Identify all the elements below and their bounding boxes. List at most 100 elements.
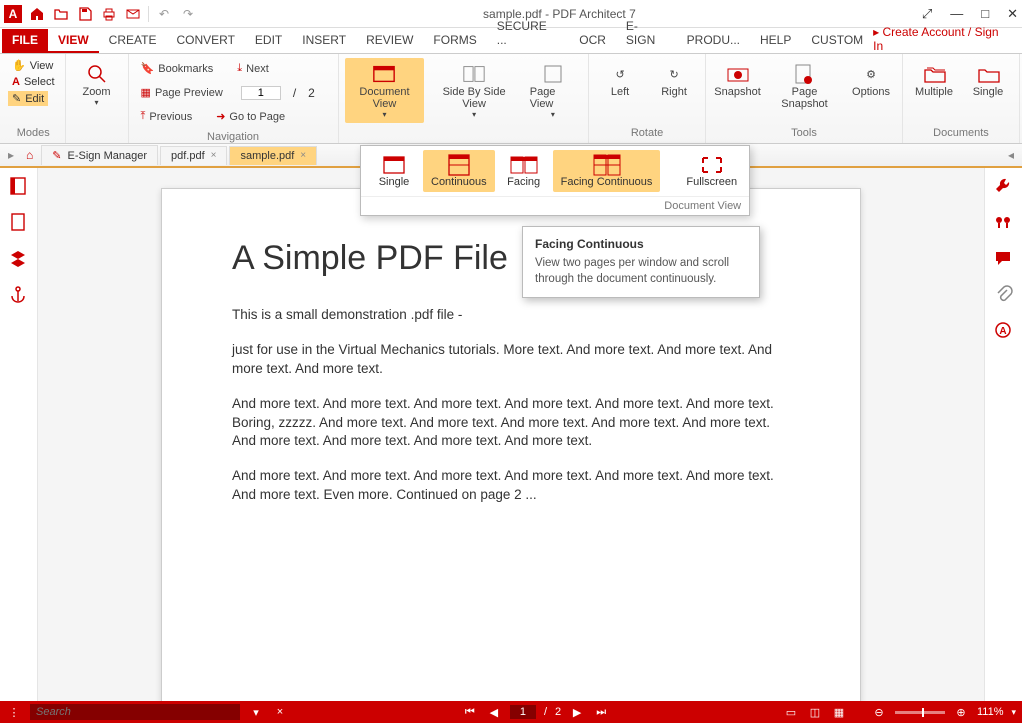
first-page-icon[interactable]: ⏮: [462, 704, 478, 720]
comment-panel-icon[interactable]: [993, 248, 1015, 270]
camera-icon: [726, 62, 750, 86]
right-sidebar: A: [984, 168, 1022, 723]
anchor-panel-icon[interactable]: [8, 284, 30, 306]
tab-view[interactable]: VIEW: [48, 29, 99, 53]
doctab-sample[interactable]: sample.pdf×: [229, 146, 317, 165]
tab-secure[interactable]: SECURE ...: [487, 15, 569, 53]
side-by-side-button[interactable]: Side By Side View ▾: [428, 58, 519, 123]
layers-panel-icon[interactable]: [8, 248, 30, 270]
view-facing-button[interactable]: Facing: [495, 150, 553, 192]
close-tab-icon[interactable]: ×: [300, 150, 306, 161]
app-logo-icon[interactable]: A: [4, 5, 22, 23]
prev-page-icon[interactable]: ◀: [486, 704, 502, 720]
tab-help[interactable]: HELP: [750, 29, 801, 53]
attachment-panel-icon[interactable]: [993, 284, 1015, 306]
view-mode-3-icon[interactable]: ▦: [831, 704, 847, 720]
document-view-icon: [372, 62, 396, 86]
rotate-left-button[interactable]: ↺Left: [595, 58, 645, 102]
search-input[interactable]: [30, 704, 240, 720]
page-preview-button[interactable]: ▦Page Preview: [135, 82, 229, 103]
undo-icon[interactable]: ↶: [155, 5, 173, 23]
mode-view[interactable]: ✋View: [8, 58, 57, 73]
hand-icon: ✋: [12, 59, 26, 72]
view-mode-2-icon[interactable]: ◫: [807, 704, 823, 720]
zoom-out-icon[interactable]: ⊖: [871, 704, 887, 720]
search-close-icon[interactable]: ×: [272, 704, 288, 720]
tab-convert[interactable]: CONVERT: [166, 29, 244, 53]
minimize-button[interactable]: —: [950, 6, 963, 22]
left-sidebar: [0, 168, 38, 723]
page-snapshot-button[interactable]: Page Snapshot: [767, 58, 842, 114]
previous-button[interactable]: ⤒Previous: [135, 106, 199, 127]
mode-select[interactable]: ASelect: [8, 75, 59, 89]
thumbnails-panel-icon[interactable]: [8, 212, 30, 234]
home-small-icon[interactable]: ⌂: [20, 148, 39, 162]
open-icon[interactable]: [52, 5, 70, 23]
page-number-input[interactable]: [241, 86, 281, 100]
tooltip-title: Facing Continuous: [535, 237, 747, 251]
next-page-icon[interactable]: ▶: [569, 704, 585, 720]
tab-edit[interactable]: EDIT: [245, 29, 292, 53]
zoom-in-icon[interactable]: ⊕: [953, 704, 969, 720]
close-tab-icon[interactable]: ×: [211, 150, 217, 161]
maximize-button[interactable]: □: [981, 6, 989, 22]
page-view-button[interactable]: Page View ▾: [524, 58, 582, 123]
status-page-total: 2: [555, 706, 561, 718]
tab-esign[interactable]: E-SIGN: [616, 15, 677, 53]
tab-file[interactable]: FILE: [2, 29, 48, 53]
print-icon[interactable]: [100, 5, 118, 23]
ribbon-toggle-icon[interactable]: ⤢: [922, 6, 932, 22]
account-link[interactable]: ▸ Create Account / Sign In: [873, 25, 1020, 53]
tab-review[interactable]: REVIEW: [356, 29, 423, 53]
home-icon[interactable]: [28, 5, 46, 23]
rotate-right-button[interactable]: ↻Right: [649, 58, 699, 102]
last-page-icon[interactable]: ⏭: [593, 704, 609, 720]
search-dropdown-icon[interactable]: ▾: [248, 704, 264, 720]
status-menu-icon[interactable]: ⋮: [6, 704, 22, 720]
goto-page-button[interactable]: ➜Go to Page: [210, 106, 291, 127]
doctab-pdf[interactable]: pdf.pdf×: [160, 146, 227, 165]
expand-left-icon[interactable]: ▸: [4, 148, 18, 162]
multiple-docs-button[interactable]: Multiple: [909, 58, 959, 102]
search-panel-icon[interactable]: [993, 212, 1015, 234]
stamps-panel-icon[interactable]: A: [993, 320, 1015, 342]
view-continuous-button[interactable]: Continuous: [423, 150, 495, 192]
status-page-current[interactable]: 1: [510, 705, 536, 719]
svg-text:A: A: [999, 326, 1006, 337]
view-mode-1-icon[interactable]: ▭: [783, 704, 799, 720]
single-doc-button[interactable]: Single: [963, 58, 1013, 102]
tab-create[interactable]: CREATE: [99, 29, 167, 53]
document-canvas[interactable]: A Simple PDF File This is a small demons…: [38, 168, 984, 723]
close-button[interactable]: ✕: [1007, 6, 1018, 22]
tools-panel-icon[interactable]: [993, 176, 1015, 198]
snapshot-button[interactable]: Snapshot: [712, 58, 763, 102]
document-view-button[interactable]: Document View ▾: [345, 58, 425, 123]
zoom-level[interactable]: 111%: [977, 706, 1004, 718]
folder-multi-icon: [922, 62, 946, 86]
view-single-button[interactable]: Single: [365, 150, 423, 192]
folder-icon: [976, 62, 1000, 86]
save-icon[interactable]: [76, 5, 94, 23]
bookmark-icon: 🔖: [141, 62, 155, 75]
mode-edit[interactable]: ✎Edit: [8, 91, 48, 106]
tab-forms[interactable]: FORMS: [423, 29, 486, 53]
view-fullscreen-button[interactable]: Fullscreen: [678, 150, 745, 192]
options-button[interactable]: ⚙Options: [846, 58, 896, 102]
view-facing-continuous-button[interactable]: Facing Continuous: [553, 150, 661, 192]
chevron-down-icon[interactable]: ▾: [1011, 707, 1016, 718]
next-icon: ⤓: [237, 62, 242, 75]
next-button[interactable]: ⤓Next: [231, 58, 275, 79]
doctab-esign[interactable]: ✎E-Sign Manager: [41, 145, 158, 165]
group-tools: Tools: [710, 125, 898, 141]
expand-right-icon[interactable]: ◂: [1004, 148, 1018, 162]
tab-insert[interactable]: INSERT: [292, 29, 356, 53]
tab-custom[interactable]: CUSTOM: [801, 29, 873, 53]
zoom-button[interactable]: Zoom ▾: [72, 58, 122, 111]
tab-ocr[interactable]: OCR: [569, 29, 616, 53]
email-icon[interactable]: [124, 5, 142, 23]
redo-icon[interactable]: ↷: [179, 5, 197, 23]
bookmarks-panel-icon[interactable]: [8, 176, 30, 198]
chevron-down-icon: ▾: [551, 110, 555, 119]
tab-produ[interactable]: PRODU...: [677, 29, 750, 53]
bookmarks-button[interactable]: 🔖Bookmarks: [135, 58, 220, 79]
